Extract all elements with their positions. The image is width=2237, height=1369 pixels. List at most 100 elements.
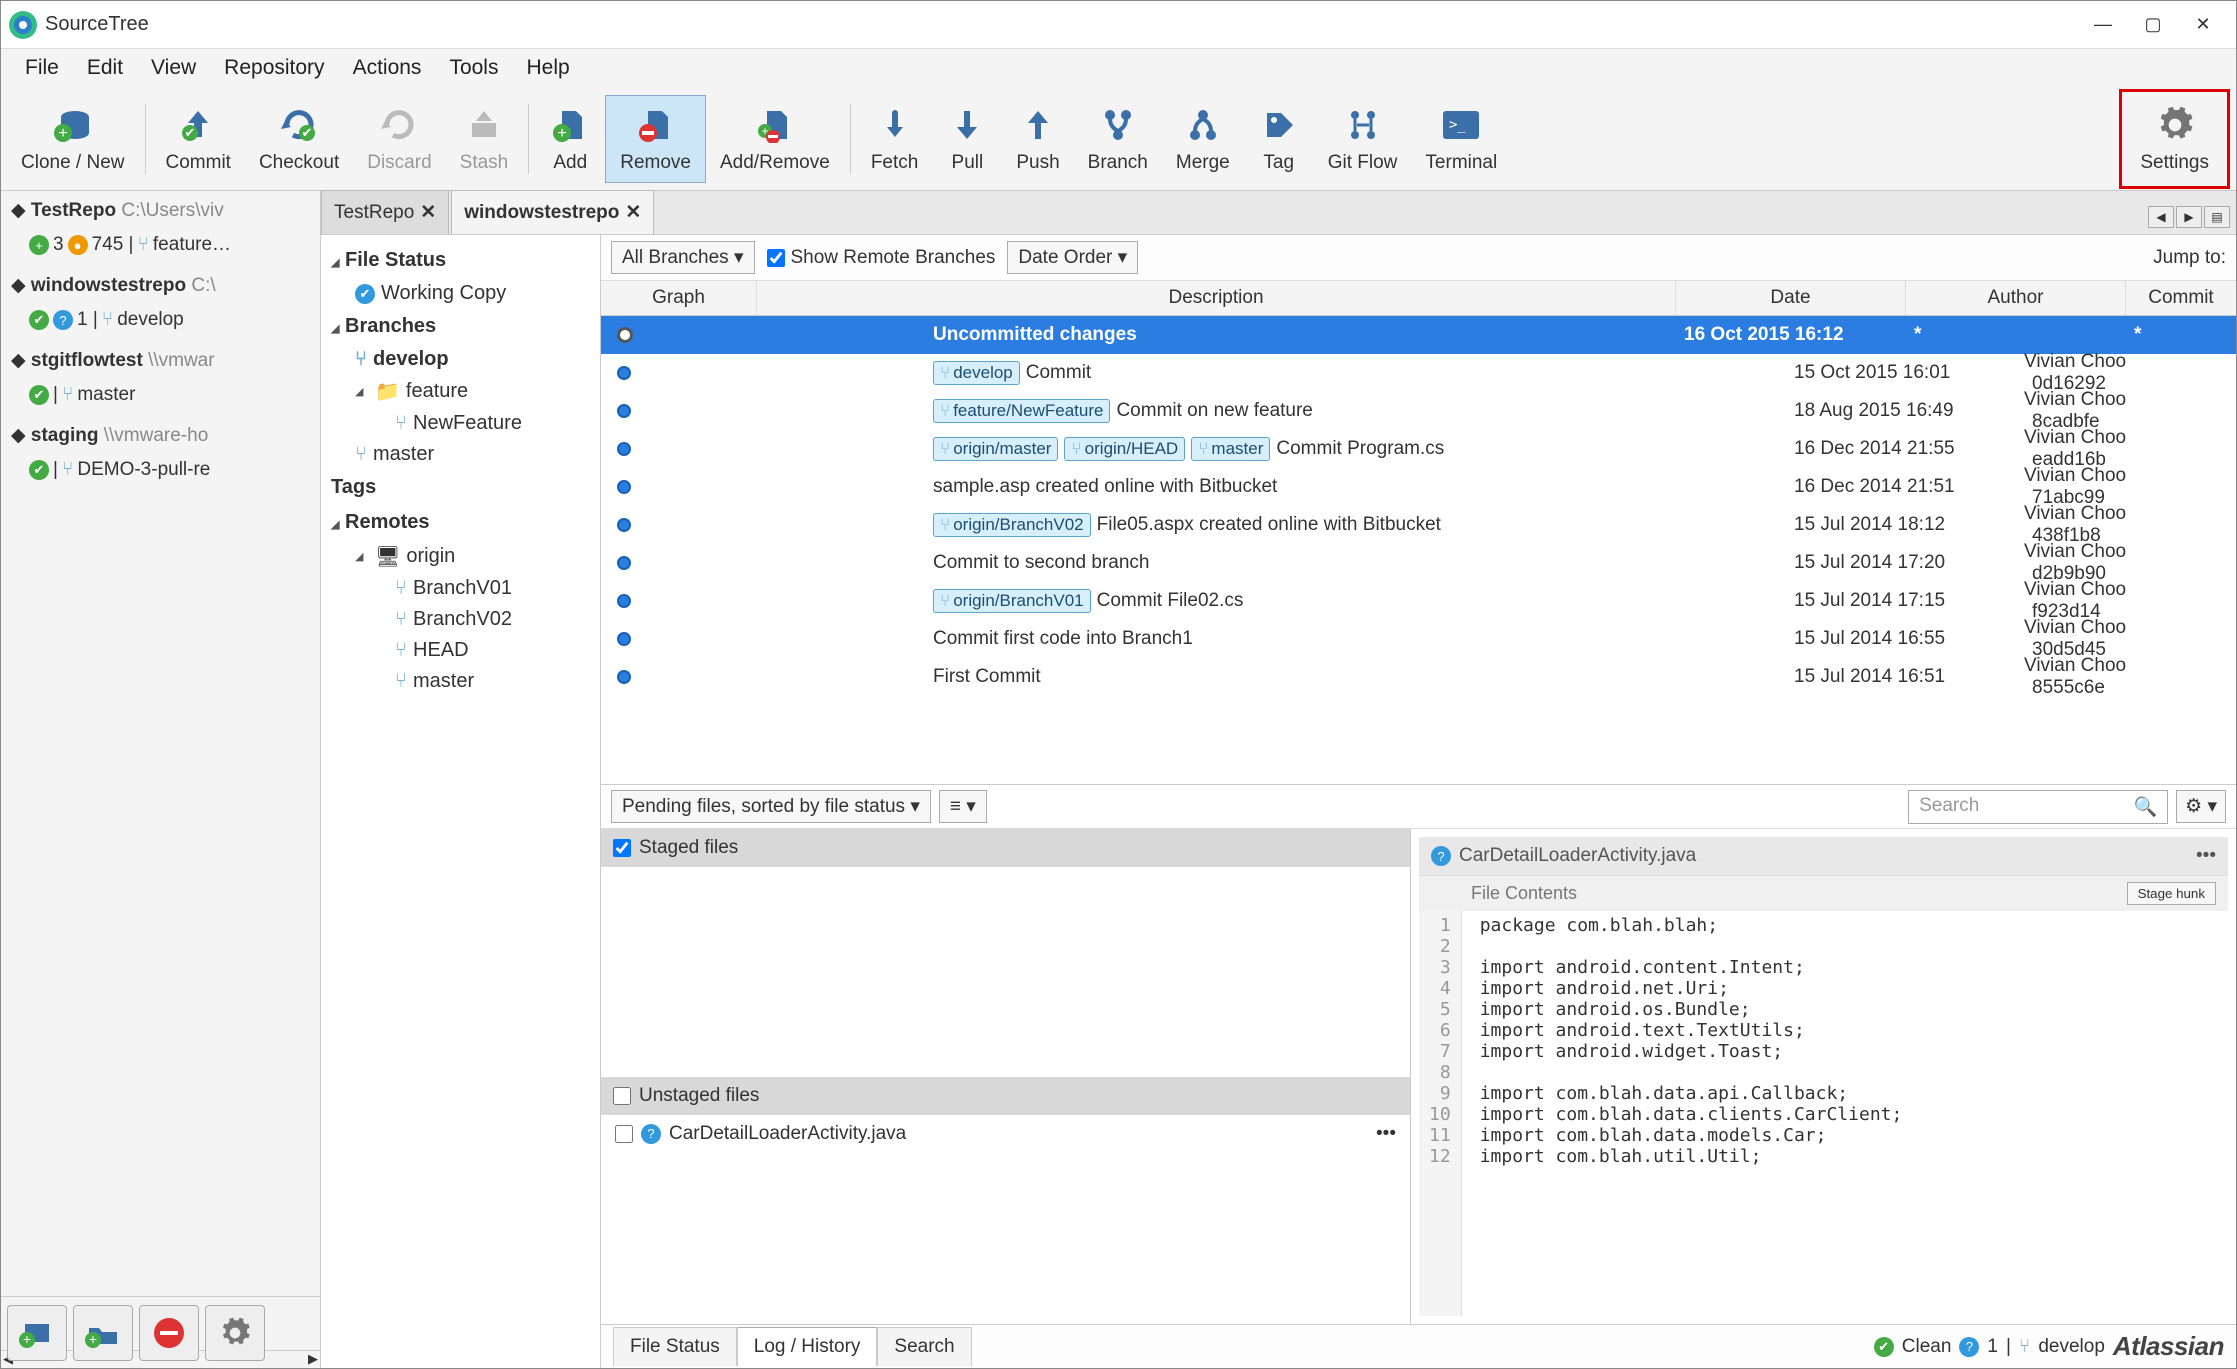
repo-item[interactable]: ◆ stgitflowtest \\vmwar <box>1 341 320 380</box>
remote-origin[interactable]: 🖥origin <box>327 540 594 573</box>
col-author[interactable]: Author <box>1906 281 2126 315</box>
show-remote-checkbox[interactable]: Show Remote Branches <box>767 247 996 269</box>
repo-item[interactable]: ◆ staging \\vmware-ho <box>1 416 320 455</box>
menu-file[interactable]: File <box>13 52 71 84</box>
repo-tab[interactable]: windowstestrepo ✕ <box>451 190 654 234</box>
repo-status: ✔ ?1 | ⑂develop <box>1 305 320 341</box>
tab-file-status[interactable]: File Status <box>613 1327 737 1366</box>
col-description[interactable]: Description <box>757 281 1676 315</box>
branch-folder-feature[interactable]: 📁feature <box>327 375 594 408</box>
order-dropdown[interactable]: Date Order ▾ <box>1007 241 1138 274</box>
fetch-icon <box>874 104 916 146</box>
section-branches[interactable]: Branches <box>327 309 594 344</box>
file-row[interactable]: ? CarDetailLoaderActivity.java ••• <box>601 1115 1410 1153</box>
commit-row[interactable]: ⑂developCommit15 Oct 2015 16:01Vivian Ch… <box>601 354 2236 392</box>
toolbar-branch[interactable]: Branch <box>1074 96 1162 182</box>
sidebar-working-copy[interactable]: ✔Working Copy <box>327 278 594 309</box>
tab-nav-next[interactable]: ▶ <box>2176 206 2202 228</box>
toolbar-add[interactable]: +Add <box>535 96 605 182</box>
tab-nav-prev[interactable]: ◀ <box>2148 206 2174 228</box>
search-input[interactable]: Search🔍 <box>1908 790 2168 824</box>
toolbar-tag[interactable]: Tag <box>1244 96 1314 182</box>
staged-section[interactable]: Staged files <box>601 829 1410 867</box>
check-icon: ✔ <box>1874 1337 1894 1357</box>
menu-repository[interactable]: Repository <box>212 52 336 84</box>
commit-row[interactable]: Commit to second branch15 Jul 2014 17:20… <box>601 544 2236 582</box>
col-commit[interactable]: Commit <box>2126 281 2236 315</box>
section-file-status[interactable]: File Status <box>327 243 594 278</box>
branch-newfeature[interactable]: ⑂NewFeature <box>327 408 594 439</box>
stage-hunk-button[interactable]: Stage hunk <box>2127 882 2216 905</box>
remote-branch-v02[interactable]: ⑂BranchV02 <box>327 604 594 635</box>
branch-develop[interactable]: ⑂develop <box>327 344 594 375</box>
code-lines[interactable]: package com.blah.blah; import android.co… <box>1462 911 1921 1316</box>
branch-filter-dropdown[interactable]: All Branches ▾ <box>611 241 755 274</box>
repo-item[interactable]: ◆ TestRepo C:\Users\viv <box>1 191 320 230</box>
add-repo-button[interactable]: + <box>7 1305 67 1361</box>
gear-icon: ⚙ <box>2185 796 2202 817</box>
toolbar-clone[interactable]: +Clone / New <box>7 96 139 182</box>
remote-head[interactable]: ⑂HEAD <box>327 635 594 666</box>
commit-row[interactable]: ⑂origin/BranchV01Commit File02.cs15 Jul … <box>601 582 2236 620</box>
more-icon[interactable]: ••• <box>1376 1123 1396 1145</box>
menu-view[interactable]: View <box>139 52 208 84</box>
close-button[interactable]: ✕ <box>2178 1 2228 49</box>
toolbar-discard[interactable]: Discard <box>353 96 445 182</box>
commit-row[interactable]: First Commit15 Jul 2014 16:51Vivian Choo… <box>601 658 2236 696</box>
question-icon: ? <box>641 1124 661 1144</box>
repo-settings-button[interactable] <box>205 1305 265 1361</box>
commit-row[interactable]: Uncommitted changes16 Oct 2015 16:12** <box>601 316 2236 354</box>
toolbar-push[interactable]: Push <box>1002 96 1073 182</box>
col-graph[interactable]: Graph <box>601 281 757 315</box>
branch-icon: ⑂ <box>395 639 407 662</box>
pending-files-dropdown[interactable]: Pending files, sorted by file status ▾ <box>611 790 931 823</box>
minimize-button[interactable]: — <box>2078 1 2128 49</box>
filter-bar: All Branches ▾ Show Remote Branches Date… <box>601 235 2236 281</box>
tab-search[interactable]: Search <box>877 1327 971 1366</box>
view-mode-dropdown[interactable]: ≡ ▾ <box>939 790 987 823</box>
titlebar: SourceTree — ▢ ✕ <box>1 1 2236 49</box>
remove-repo-button[interactable] <box>139 1305 199 1361</box>
toolbar-checkout[interactable]: ✔Checkout <box>245 96 353 182</box>
branch-master[interactable]: ⑂master <box>327 439 594 470</box>
commit-row[interactable]: ⑂feature/NewFeatureCommit on new feature… <box>601 392 2236 430</box>
maximize-button[interactable]: ▢ <box>2128 1 2178 49</box>
commit-row[interactable]: ⑂origin/master⑂origin/HEAD⑂masterCommit … <box>601 430 2236 468</box>
commit-row[interactable]: Commit first code into Branch115 Jul 201… <box>601 620 2236 658</box>
toolbar-commit[interactable]: ✔Commit <box>152 96 245 182</box>
toolbar-terminal[interactable]: >_Terminal <box>1411 96 1511 182</box>
menu-help[interactable]: Help <box>514 52 581 84</box>
toolbar-gitflow[interactable]: Git Flow <box>1314 96 1412 182</box>
toolbar-pull[interactable]: Pull <box>932 96 1002 182</box>
toolbar-remove[interactable]: Remove <box>605 95 706 183</box>
close-icon[interactable]: ✕ <box>625 201 641 224</box>
toolbar-stash[interactable]: Stash <box>446 96 523 182</box>
menu-tools[interactable]: Tools <box>437 52 510 84</box>
menu-actions[interactable]: Actions <box>341 52 434 84</box>
tab-log-history[interactable]: Log / History <box>737 1327 878 1366</box>
toolbar-merge[interactable]: Merge <box>1162 96 1244 182</box>
col-date[interactable]: Date <box>1676 281 1906 315</box>
more-icon[interactable]: ••• <box>2196 845 2216 867</box>
toolbar-settings[interactable]: Settings <box>2126 96 2223 182</box>
remote-master[interactable]: ⑂master <box>327 666 594 697</box>
unstaged-section[interactable]: Unstaged files <box>601 1077 1410 1115</box>
repo-status: ✔ | ⑂master <box>1 380 320 416</box>
section-remotes[interactable]: Remotes <box>327 505 594 540</box>
add-folder-button[interactable]: + <box>73 1305 133 1361</box>
toolbar-fetch[interactable]: Fetch <box>857 96 933 182</box>
remote-branch-v01[interactable]: ⑂BranchV01 <box>327 573 594 604</box>
commit-row[interactable]: ⑂origin/BranchV02File05.aspx created onl… <box>601 506 2236 544</box>
commit-row[interactable]: sample.asp created online with Bitbucket… <box>601 468 2236 506</box>
repo-item[interactable]: ◆ windowstestrepo C:\ <box>1 266 320 305</box>
add-icon: + <box>549 104 591 146</box>
close-icon[interactable]: ✕ <box>420 201 436 224</box>
tab-nav-list[interactable]: ▤ <box>2204 206 2230 228</box>
repo-tab[interactable]: TestRepo ✕ <box>321 190 449 234</box>
menu-edit[interactable]: Edit <box>75 52 135 84</box>
checkout-icon: ✔ <box>278 104 320 146</box>
section-tags[interactable]: Tags <box>327 470 594 505</box>
detail-settings-button[interactable]: ⚙ ▾ <box>2176 790 2226 823</box>
repo-list-pane: ◆ TestRepo C:\Users\viv+3 ●745 | ⑂featur… <box>1 191 321 1368</box>
toolbar-addremove[interactable]: +Add/Remove <box>706 96 844 182</box>
